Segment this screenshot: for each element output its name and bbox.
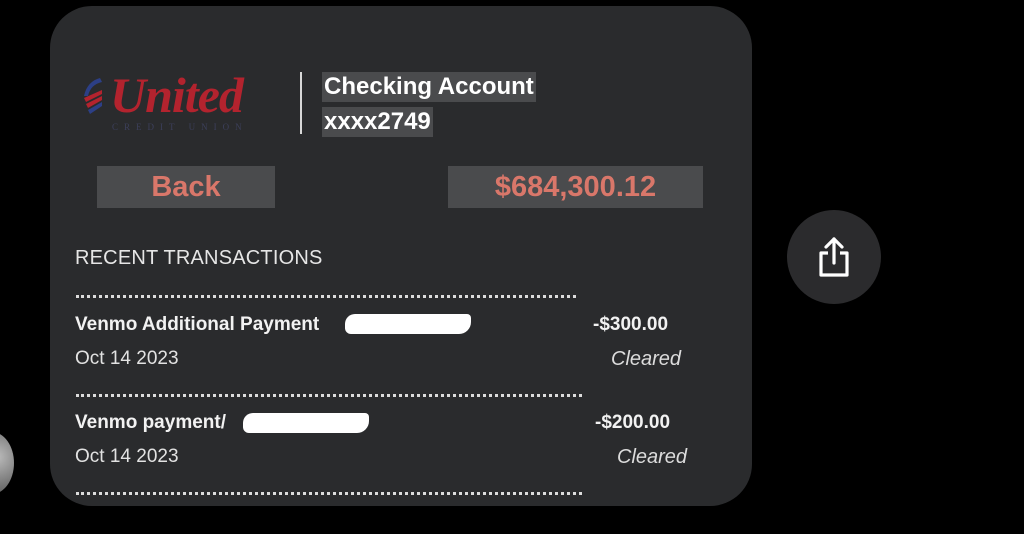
transaction-date: Oct 14 2023: [75, 446, 179, 467]
transaction-description: Venmo payment/: [75, 412, 226, 433]
section-title: RECENT TRANSACTIONS: [75, 247, 323, 269]
account-title: Checking Account: [322, 72, 536, 102]
back-button[interactable]: Back: [97, 166, 275, 208]
transaction-row[interactable]: Venmo Additional Payment -$300.00 Oct 14…: [75, 312, 695, 392]
transaction-status: Cleared: [617, 446, 688, 468]
logo-subtitle: CREDIT UNION: [112, 122, 248, 132]
redaction-mark: [345, 314, 471, 334]
dotted-divider: [76, 295, 576, 298]
share-button[interactable]: [787, 210, 881, 304]
account-balance: $684,300.12: [448, 166, 703, 208]
account-number: xxxx2749: [322, 107, 433, 137]
share-icon: [819, 237, 849, 277]
dotted-divider: [76, 394, 582, 397]
logo-wordmark: United: [110, 67, 244, 123]
transaction-description: Venmo Additional Payment: [75, 314, 320, 335]
transaction-row[interactable]: Venmo payment/ -$200.00 Oct 14 2023 Clea…: [75, 410, 695, 490]
transaction-status: Cleared: [611, 348, 682, 370]
bank-logo: United CREDIT UNION: [80, 67, 280, 140]
flag-icon: [84, 78, 102, 114]
transaction-amount: -$200.00: [595, 412, 671, 433]
account-card: United CREDIT UNION Checking Account xxx…: [50, 6, 752, 506]
dotted-divider: [76, 492, 582, 495]
transaction-date: Oct 14 2023: [75, 348, 179, 369]
transaction-amount: -$300.00: [593, 314, 669, 335]
avatar[interactable]: [0, 432, 14, 494]
divider: [300, 72, 302, 134]
redaction-mark: [243, 413, 369, 433]
